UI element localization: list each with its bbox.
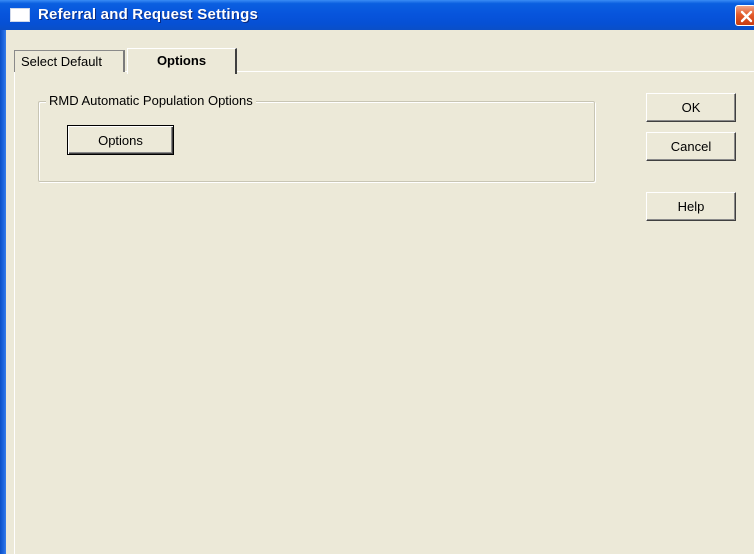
title-bar[interactable]: Referral and Request Settings: [0, 0, 754, 30]
window-icon: [10, 8, 30, 22]
cancel-button[interactable]: Cancel: [646, 132, 736, 161]
tab-label: Select Default: [21, 54, 102, 69]
options-button[interactable]: Options: [67, 125, 174, 155]
tab-select-default[interactable]: Select Default: [14, 50, 125, 72]
close-icon: [740, 10, 753, 23]
tab-options[interactable]: Options: [127, 48, 237, 74]
dialog-window: Referral and Request Settings Select Def…: [0, 0, 754, 554]
window-title: Referral and Request Settings: [38, 6, 259, 23]
groupbox-legend: RMD Automatic Population Options: [46, 93, 256, 108]
ok-button[interactable]: OK: [646, 93, 736, 122]
tab-label: Options: [156, 53, 207, 68]
help-button[interactable]: Help: [646, 192, 736, 221]
close-button[interactable]: [735, 5, 754, 26]
window-left-border: [0, 30, 6, 554]
